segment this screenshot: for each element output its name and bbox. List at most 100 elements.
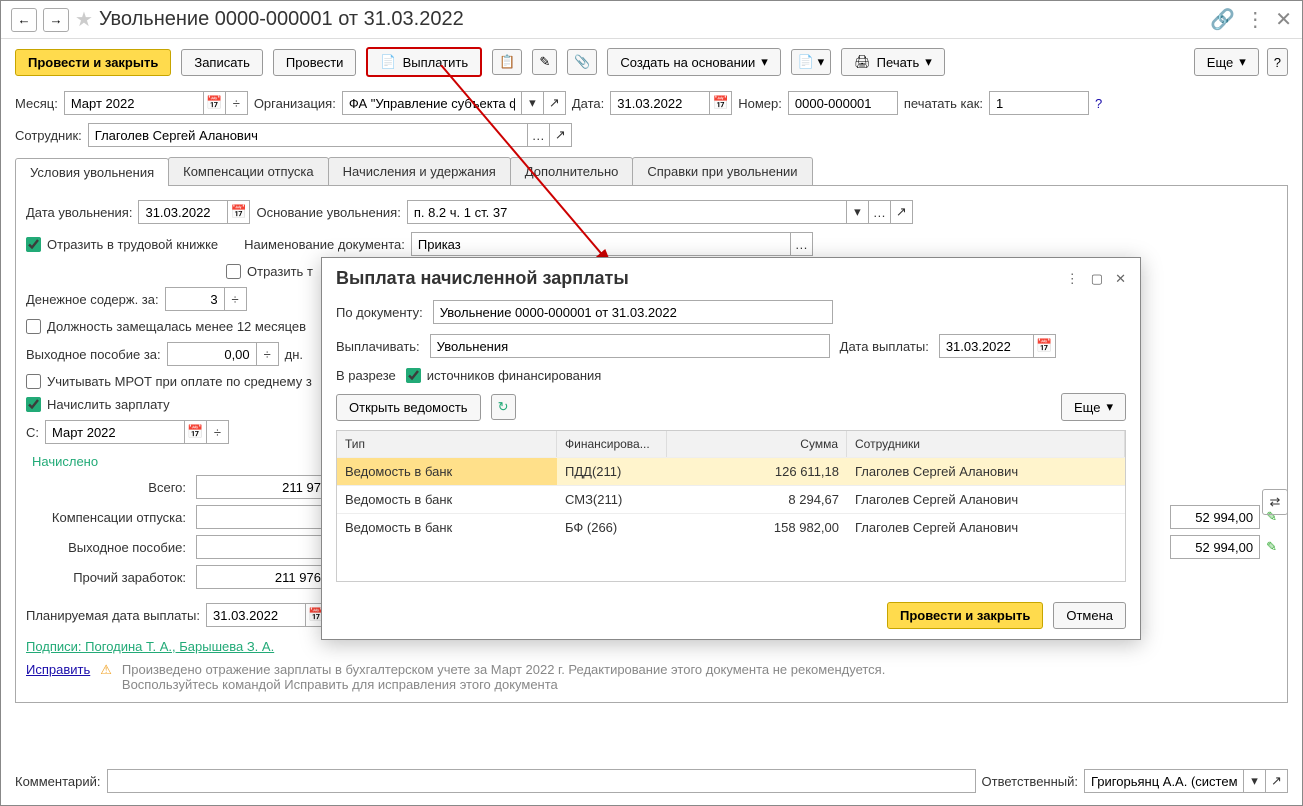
accrue-checkbox[interactable]: Начислить зарплату [26,397,170,412]
header-row-2: Сотрудник: … ↗ [1,119,1302,151]
table-row[interactable]: Ведомость в банк ПДД(211) 126 611,18 Гла… [337,457,1125,485]
month-input[interactable] [64,91,204,115]
copy-link-icon[interactable]: 🔗 [1210,7,1235,32]
calendar-icon[interactable]: 📅 [185,420,207,444]
window-close-icon[interactable]: ✕ [1275,7,1292,32]
ellipsis-icon[interactable]: … [528,123,550,147]
pay-button[interactable]: 📄 Выплатить [366,47,482,77]
table-row[interactable]: Ведомость в банк БФ (266) 158 982,00 Гла… [337,513,1125,541]
tab-vacation-comp[interactable]: Компенсации отпуска [168,157,329,185]
stepper-icon[interactable]: ÷ [207,420,229,444]
doc-name-label: Наименование документа: [244,237,405,252]
mrot-checkbox[interactable]: Учитывать МРОТ при оплате по среднему з [26,374,312,389]
refresh-side-button[interactable]: ⇄ [1262,489,1288,515]
print-button[interactable]: 🖨 Печать ▾ [841,48,945,76]
toolbar: Провести и закрыть Записать Провести 📄 В… [1,39,1302,87]
post-button[interactable]: Провести [273,49,357,76]
dialog-cancel-button[interactable]: Отмена [1053,602,1126,629]
stepper-icon[interactable]: ÷ [225,287,247,311]
copy-icon-button[interactable]: 📄 ▾ [791,49,831,75]
stepper-icon[interactable]: ÷ [257,342,279,366]
comment-input[interactable] [107,769,976,793]
dismiss-date-input[interactable] [138,200,228,224]
tab-dismissal-conditions[interactable]: Условия увольнения [15,158,169,186]
dialog-close-icon[interactable]: ✕ [1115,271,1126,287]
col-emp[interactable]: Сотрудники [847,431,1125,457]
help-icon[interactable]: ? [1095,96,1102,111]
tab-accruals[interactable]: Начисления и удержания [328,157,511,185]
edit-icon-button[interactable]: ✎ [532,49,557,75]
print-as-input[interactable] [989,91,1089,115]
in-cut-label: В разрезе [336,368,396,383]
create-on-base-button[interactable]: Создать на основании ▾ [607,48,780,76]
open-icon[interactable]: ↗ [891,200,913,224]
open-icon[interactable]: ↗ [550,123,572,147]
col-fin[interactable]: Финансирова... [557,431,667,457]
calendar-icon[interactable]: 📅 [204,91,226,115]
signatures-link[interactable]: Подписи: Погодина Т. А., Барышева З. А. [26,639,274,654]
open-icon[interactable]: ↗ [1266,769,1288,793]
severance-input[interactable] [167,342,257,366]
open-icon[interactable]: ↗ [544,91,566,115]
window-menu-icon[interactable]: ⋮ [1245,7,1265,32]
number-label: Номер: [738,96,782,111]
reflect-t-checkbox[interactable]: Отразить т [226,264,313,279]
back-button[interactable]: ← [11,8,37,32]
fix-link[interactable]: Исправить [26,662,90,677]
title-actions: 🔗 ⋮ ✕ [1210,7,1292,32]
number-input[interactable] [788,91,898,115]
calendar-icon[interactable]: 📅 [1034,334,1056,358]
refresh-button[interactable]: ↻ [491,394,516,420]
employee-input[interactable] [88,123,528,147]
reflect-workbook-checkbox[interactable]: Отразить в трудовой книжке [26,237,218,252]
payment-dialog: Выплата начисленной зарплаты ⋮ ▢ ✕ По до… [321,257,1141,640]
pay-input[interactable] [430,334,830,358]
stepper-icon[interactable]: ÷ [226,91,248,115]
by-doc-label: По документу: [336,305,423,320]
from-input[interactable] [45,420,185,444]
right-total-2[interactable] [1170,535,1260,559]
table-row[interactable]: Ведомость в банк СМЗ(211) 8 294,67 Глаго… [337,485,1125,513]
pay-date-label: Дата выплаты: [840,339,929,354]
dialog-more-button[interactable]: Еще ▾ [1061,393,1126,421]
tab-additional[interactable]: Дополнительно [510,157,634,185]
sheet-icon-button[interactable]: 📋 [492,49,522,75]
money-input[interactable] [165,287,225,311]
planned-date-input[interactable] [206,603,306,627]
dialog-maximize-icon[interactable]: ▢ [1091,271,1103,287]
post-and-close-button[interactable]: Провести и закрыть [15,49,171,76]
dropdown-icon[interactable]: ▾ [522,91,544,115]
org-input[interactable] [342,91,522,115]
pencil-icon[interactable]: ✎ [1266,539,1277,555]
calendar-icon[interactable]: 📅 [228,200,250,224]
doc-name-input[interactable] [411,232,791,256]
titlebar: ← → ★ Увольнение 0000-000001 от 31.03.20… [1,1,1302,39]
date-input[interactable] [610,91,710,115]
dialog-ok-button[interactable]: Провести и закрыть [887,602,1043,629]
dialog-menu-icon[interactable]: ⋮ [1066,271,1079,287]
ellipsis-icon[interactable]: … [869,200,891,224]
by-doc-input [433,300,833,324]
planned-date-label: Планируемая дата выплаты: [26,608,200,623]
forward-button[interactable]: → [43,8,69,32]
more-button[interactable]: Еще ▾ [1194,48,1259,76]
clip-icon-button[interactable]: 📎 [567,49,597,75]
calendar-icon[interactable]: 📅 [710,91,732,115]
reason-input[interactable] [407,200,847,224]
severance-label: Выходное пособие за: [26,347,161,362]
dropdown-icon[interactable]: ▾ [1244,769,1266,793]
pay-date-input[interactable] [939,334,1034,358]
right-total-1[interactable] [1170,505,1260,529]
dropdown-icon[interactable]: ▾ [847,200,869,224]
open-sheet-button[interactable]: Открыть ведомость [336,394,481,421]
save-button[interactable]: Записать [181,49,263,76]
tab-references[interactable]: Справки при увольнении [632,157,812,185]
in-cut-checkbox[interactable]: источников финансирования [406,368,602,383]
col-type[interactable]: Тип [337,431,557,457]
responsible-input[interactable] [1084,769,1244,793]
ellipsis-icon[interactable]: … [791,232,813,256]
favorite-star-icon[interactable]: ★ [75,7,93,32]
help-button[interactable]: ? [1267,48,1288,76]
col-sum[interactable]: Сумма [667,431,847,457]
less12-checkbox[interactable]: Должность замещалась менее 12 месяцев [26,319,306,334]
